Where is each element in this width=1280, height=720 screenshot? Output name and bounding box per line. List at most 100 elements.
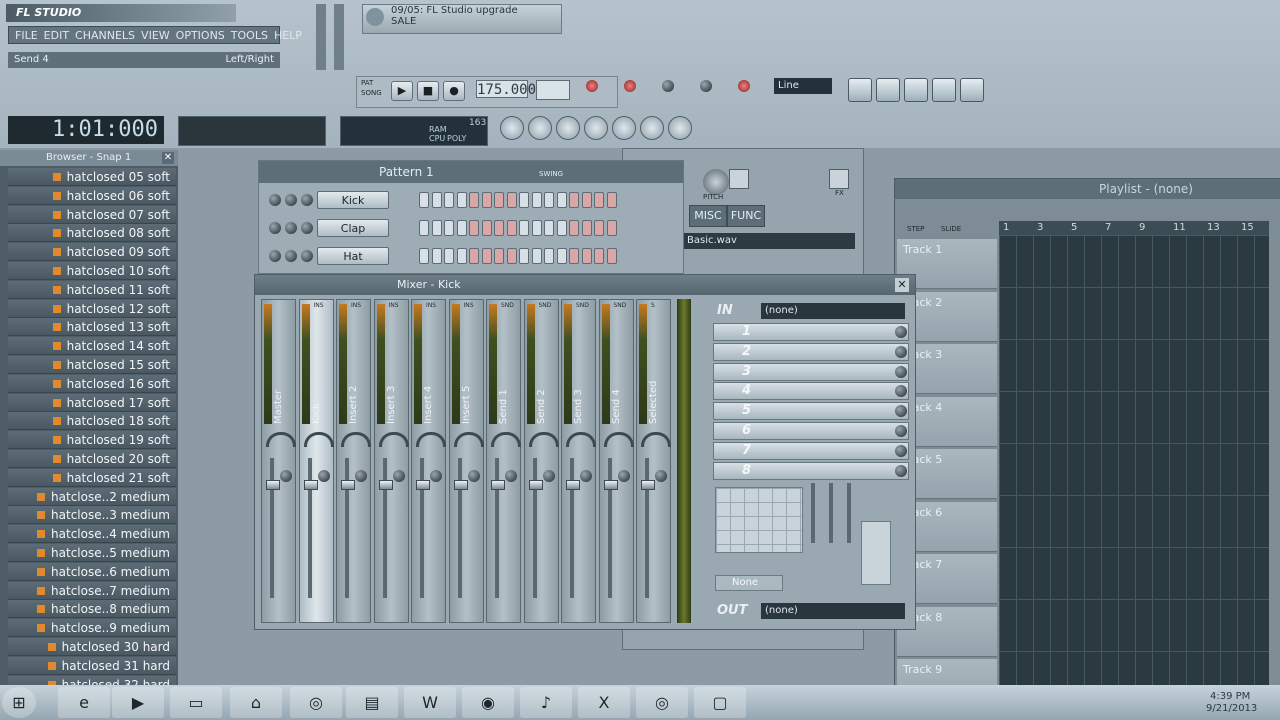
clock-date[interactable]: 9/21/2013 bbox=[1206, 703, 1257, 714]
internet-explorer-icon[interactable]: e bbox=[58, 687, 110, 718]
browser-button[interactable] bbox=[932, 78, 956, 102]
clock-time[interactable]: 4:39 PM bbox=[1210, 691, 1250, 702]
help-icon[interactable] bbox=[668, 116, 692, 140]
mixer-strip-insert-2[interactable]: INS Insert 2 bbox=[336, 299, 371, 623]
stereo-separation-knob[interactable] bbox=[303, 432, 334, 447]
channel-button-kick[interactable]: Kick bbox=[317, 191, 389, 209]
eq-graph[interactable] bbox=[715, 487, 803, 553]
browser-item[interactable]: hatclose..4 medium bbox=[8, 525, 176, 544]
step-button[interactable] bbox=[569, 220, 579, 236]
volume-fader[interactable] bbox=[266, 480, 280, 490]
step-button[interactable] bbox=[419, 248, 429, 264]
step-button[interactable] bbox=[594, 192, 604, 208]
menu-tools[interactable]: TOOLS bbox=[231, 29, 268, 42]
excel-icon[interactable]: X bbox=[578, 687, 630, 718]
volume-fader[interactable] bbox=[491, 480, 505, 490]
mixer-close-icon[interactable]: ✕ bbox=[895, 278, 909, 292]
browser-item[interactable]: hatclosed 20 soft bbox=[8, 450, 176, 468]
fx-slot-5[interactable]: 5 bbox=[713, 402, 909, 421]
volume-fader-track[interactable] bbox=[495, 458, 499, 598]
fx-mix-knob[interactable] bbox=[895, 345, 907, 358]
volume-fader[interactable] bbox=[416, 480, 430, 490]
step-button[interactable] bbox=[531, 248, 542, 264]
chrome-icon[interactable]: ◎ bbox=[290, 687, 342, 718]
menu-channels[interactable]: CHANNELS bbox=[75, 29, 135, 42]
fx-mix-knob[interactable] bbox=[895, 425, 907, 437]
browser-item[interactable]: hatclosed 16 soft bbox=[8, 374, 176, 393]
mixer-button[interactable] bbox=[960, 78, 984, 102]
step-button[interactable] bbox=[456, 220, 467, 236]
volume-fader-track[interactable] bbox=[270, 458, 274, 598]
step-button[interactable] bbox=[469, 248, 479, 264]
step-button[interactable] bbox=[519, 220, 529, 236]
browser-item[interactable]: hatclosed 12 soft bbox=[8, 299, 176, 318]
step-button[interactable] bbox=[469, 192, 479, 208]
browser-item[interactable]: hatclose..5 medium bbox=[8, 544, 176, 562]
stereo-separation-knob[interactable] bbox=[378, 432, 409, 447]
step-button[interactable] bbox=[556, 192, 567, 208]
browser-close-icon[interactable]: ✕ bbox=[162, 152, 174, 164]
step-button[interactable] bbox=[544, 248, 554, 264]
pattern-selector[interactable] bbox=[536, 80, 570, 100]
step-button[interactable] bbox=[506, 220, 517, 236]
app-icon[interactable]: ▭ bbox=[170, 687, 222, 718]
tempo-display[interactable]: 175.000 bbox=[476, 80, 536, 98]
eq-low-slider[interactable] bbox=[811, 483, 815, 543]
pan-knob[interactable] bbox=[280, 470, 292, 482]
mixer-strip-insert-3[interactable]: INS Insert 3 bbox=[373, 299, 409, 623]
mute-knob[interactable] bbox=[269, 250, 281, 262]
fx-slot-7[interactable]: 7 bbox=[713, 441, 909, 460]
step-button[interactable] bbox=[569, 248, 579, 264]
step-sequencer-button[interactable] bbox=[876, 78, 900, 102]
fx-slot-8[interactable]: 8 bbox=[713, 461, 909, 480]
pan-knob[interactable] bbox=[580, 470, 592, 482]
step-button[interactable] bbox=[544, 192, 554, 208]
stop-button[interactable]: ■ bbox=[417, 81, 439, 101]
step-button[interactable] bbox=[581, 192, 592, 208]
step-button[interactable] bbox=[431, 248, 442, 264]
step-mode-label[interactable]: STEP bbox=[907, 225, 924, 233]
browser-item[interactable]: hatclosed 31 hard bbox=[8, 656, 176, 675]
fx-mix-knob[interactable] bbox=[895, 464, 907, 477]
step-button[interactable] bbox=[519, 192, 529, 208]
start-button[interactable]: ⊞ bbox=[2, 687, 36, 718]
step-button[interactable] bbox=[494, 192, 504, 208]
browser-item[interactable]: hatclosed 18 soft bbox=[8, 412, 176, 431]
step-button[interactable] bbox=[456, 248, 467, 264]
pat-mode-label[interactable]: PAT bbox=[361, 79, 373, 87]
browser-item[interactable]: hatclosed 07 soft bbox=[8, 205, 176, 224]
step-button[interactable] bbox=[606, 248, 617, 264]
hp-icon[interactable]: ⌂ bbox=[230, 687, 282, 718]
eq-high-slider[interactable] bbox=[847, 483, 851, 543]
step-button[interactable] bbox=[606, 192, 617, 208]
stereo-separation-knob[interactable] bbox=[528, 432, 559, 447]
fl-studio-icon[interactable]: ♪ bbox=[520, 687, 572, 718]
step-button[interactable] bbox=[594, 248, 604, 264]
browser-item[interactable]: hatclosed 15 soft bbox=[8, 356, 176, 374]
master-volume-slider[interactable] bbox=[316, 4, 326, 70]
mixer-strip-kick[interactable]: INS Kick bbox=[298, 299, 334, 623]
pan-knob[interactable] bbox=[355, 470, 367, 482]
tab-misc[interactable]: MISC bbox=[689, 205, 727, 227]
browser-item[interactable]: hatclosed 09 soft bbox=[8, 243, 176, 262]
step-button[interactable] bbox=[506, 192, 517, 208]
browser-item[interactable]: hatclosed 08 soft bbox=[8, 224, 176, 243]
pan-knob[interactable] bbox=[655, 470, 667, 482]
step-edit-icon[interactable] bbox=[700, 80, 712, 92]
step-button[interactable] bbox=[481, 220, 492, 236]
step-button[interactable] bbox=[419, 220, 429, 236]
media-player-icon[interactable]: ▶ bbox=[112, 687, 164, 718]
mixer-strip-insert-5[interactable]: INS Insert 5 bbox=[448, 299, 484, 623]
tools-icon[interactable] bbox=[584, 116, 608, 140]
step-button[interactable] bbox=[531, 192, 542, 208]
playlist-timeline[interactable]: 1 3 5 7 9 11 13 15 bbox=[999, 221, 1269, 235]
info-icon[interactable] bbox=[640, 116, 664, 140]
sample-name[interactable]: Basic.wav bbox=[683, 233, 855, 249]
mute-knob[interactable] bbox=[269, 222, 281, 234]
pitch-range-box[interactable] bbox=[729, 169, 749, 189]
pan-knob[interactable] bbox=[392, 470, 405, 482]
browser-item[interactable]: hatclosed 10 soft bbox=[8, 262, 176, 280]
volume-fader[interactable] bbox=[303, 480, 318, 490]
volume-fader-track[interactable] bbox=[345, 458, 349, 598]
pitch-knob[interactable] bbox=[703, 169, 729, 195]
